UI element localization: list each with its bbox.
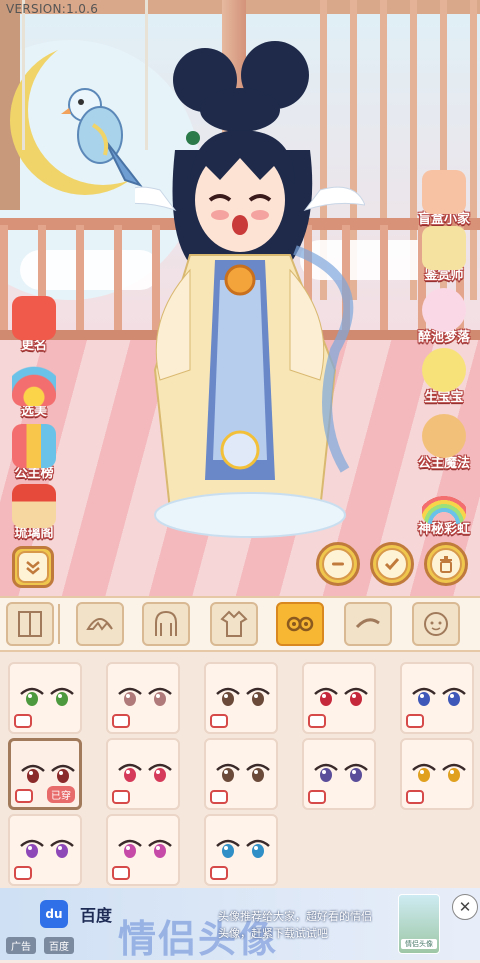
ad-close-button[interactable]: ✕ xyxy=(452,894,478,920)
face-icon xyxy=(424,612,448,636)
video-camera-icon xyxy=(406,790,424,804)
ad-thumbnail-label: 情侣头像 xyxy=(401,939,437,949)
hair-icon xyxy=(155,610,177,636)
dream-pool-button[interactable]: 醉池梦落 xyxy=(414,288,474,345)
video-camera-icon xyxy=(14,866,32,880)
gift-icon xyxy=(12,296,56,340)
tab-bangs[interactable] xyxy=(76,602,124,646)
tab-face[interactable] xyxy=(412,602,460,646)
eyes-preview-icon xyxy=(216,687,270,706)
category-tab-bar xyxy=(0,596,480,652)
tab-clothes[interactable] xyxy=(210,602,258,646)
swing-rope xyxy=(22,0,25,150)
eyes-preview-icon xyxy=(314,687,368,706)
video-camera-icon xyxy=(308,714,326,728)
eye-option-card[interactable]: 已穿 xyxy=(8,738,82,810)
cat-icon xyxy=(422,226,466,270)
eye-option-card[interactable] xyxy=(204,814,278,886)
trophy-icon xyxy=(12,424,56,468)
rename-button[interactable]: 更名 xyxy=(4,296,64,353)
double-chevron-down-icon xyxy=(17,551,49,583)
video-camera-icon xyxy=(210,714,228,728)
eyes-preview-icon xyxy=(314,763,368,782)
baby-icon xyxy=(422,348,466,392)
eye-option-card[interactable] xyxy=(106,662,180,734)
eye-option-card[interactable] xyxy=(8,662,82,734)
bangs-icon xyxy=(86,618,113,631)
eye-options-grid: 已穿 xyxy=(0,652,480,888)
door-icon xyxy=(18,611,42,637)
rainbow-icon xyxy=(422,480,466,524)
princess-ranking-button[interactable]: 公主榜 xyxy=(4,424,64,481)
tab-wardrobe[interactable] xyxy=(6,602,54,646)
eyes-preview-icon xyxy=(21,764,75,783)
ad-tag: 广告 xyxy=(6,937,36,954)
blind-box-icon xyxy=(422,170,466,214)
brow-icon xyxy=(355,618,380,629)
robe-icon xyxy=(220,610,248,637)
check-icon xyxy=(376,548,408,580)
appraiser-button[interactable]: 鉴赏师 xyxy=(414,226,474,283)
blind-box-button[interactable]: 盲盒小家 xyxy=(414,170,474,227)
video-camera-icon xyxy=(112,790,130,804)
eye-option-card[interactable] xyxy=(204,738,278,810)
eyes-preview-icon xyxy=(118,687,172,706)
eyes-preview-icon xyxy=(412,687,466,706)
eyes-preview-icon xyxy=(412,763,466,782)
tab-divider xyxy=(58,604,60,644)
eyes-icon xyxy=(286,616,314,632)
ad-brand: 百度 xyxy=(80,906,113,925)
ad-copy: 头像推荐给大家，超好看的情侣头像，赶紧下载试试吧 xyxy=(218,910,372,940)
eye-option-card[interactable] xyxy=(400,738,474,810)
have-baby-button[interactable]: 生宝宝 xyxy=(414,348,474,405)
mystery-rainbow-button[interactable]: 神秘彩虹 xyxy=(414,480,474,537)
tab-eyes[interactable] xyxy=(276,602,324,646)
worn-badge: 已穿 xyxy=(47,786,75,803)
eye-option-card[interactable] xyxy=(204,662,278,734)
minus-icon xyxy=(322,548,354,580)
fox-icon xyxy=(422,288,466,332)
baidu-logo-icon: du xyxy=(40,900,68,928)
video-camera-icon xyxy=(15,789,33,803)
version-label: VERSION:1.0.6 xyxy=(6,2,99,16)
beauty-contest-button[interactable]: 选美 xyxy=(4,362,64,419)
eyes-preview-icon xyxy=(216,763,270,782)
eye-option-card[interactable] xyxy=(302,738,376,810)
glass-pavilion-button[interactable]: 琉璃阁 xyxy=(4,484,64,541)
tab-brows[interactable] xyxy=(344,602,392,646)
video-camera-icon xyxy=(14,714,32,728)
parrot-icon xyxy=(61,88,143,187)
prince-icon xyxy=(422,414,466,458)
eyes-preview-icon xyxy=(20,687,74,706)
eyes-preview-icon xyxy=(118,763,172,782)
video-camera-icon xyxy=(210,866,228,880)
ad-banner[interactable]: du 百度 情侣头像 头像推荐给大家，超好看的情侣头像，赶紧下载试试吧 广告 百… xyxy=(0,888,480,961)
eye-option-card[interactable] xyxy=(106,814,180,886)
eyes-preview-icon xyxy=(216,839,270,858)
eye-option-card[interactable] xyxy=(400,662,474,734)
princess-magic-button[interactable]: 公主魔法 xyxy=(414,414,474,471)
video-camera-icon xyxy=(210,790,228,804)
eye-option-card[interactable] xyxy=(302,662,376,734)
trash-icon xyxy=(430,548,462,580)
eye-option-card[interactable] xyxy=(8,814,82,886)
eyes-preview-icon xyxy=(20,839,74,858)
tab-hair[interactable] xyxy=(142,602,190,646)
video-camera-icon xyxy=(112,866,130,880)
game-scene: VERSION:1.0.6 更名 选美 公主榜 琉璃阁 盲盒小家 鉴赏师 醉池梦… xyxy=(0,0,480,596)
eye-option-card[interactable] xyxy=(106,738,180,810)
delete-button[interactable] xyxy=(424,542,468,586)
fan-icon xyxy=(12,362,56,406)
character-avatar[interactable] xyxy=(135,40,365,540)
shop-icon xyxy=(12,484,56,528)
ad-thumbnail[interactable]: 情侣头像 xyxy=(398,894,440,954)
confirm-button[interactable] xyxy=(370,542,414,586)
video-camera-icon xyxy=(406,714,424,728)
video-camera-icon xyxy=(308,790,326,804)
collapse-button[interactable] xyxy=(12,546,54,588)
eyes-preview-icon xyxy=(118,839,172,858)
remove-button[interactable] xyxy=(316,542,360,586)
video-camera-icon xyxy=(112,714,130,728)
ad-source-tag: 百度 xyxy=(44,937,74,954)
